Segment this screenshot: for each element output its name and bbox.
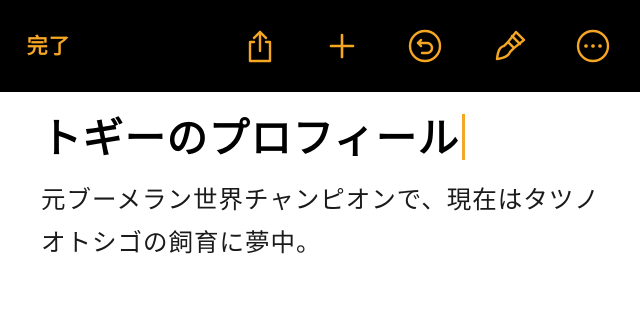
more-icon[interactable] [573, 26, 613, 66]
format-brush-icon[interactable] [490, 26, 530, 66]
text-cursor [462, 114, 466, 160]
document-title[interactable]: トギーのプロフィール [41, 112, 466, 164]
top-toolbar: 完了 [0, 0, 640, 92]
title-text: トギーのプロフィール [41, 114, 461, 162]
document-body-text[interactable]: 元ブーメラン世界チャンピオンで、現在はタツノオトシゴの飼育に夢中。 [41, 178, 601, 264]
undo-icon[interactable] [405, 26, 445, 66]
done-button[interactable]: 完了 [27, 34, 71, 58]
document-canvas[interactable]: トギーのプロフィール 元ブーメラン世界チャンピオンで、現在はタツノオトシゴの飼育… [0, 92, 640, 319]
share-icon[interactable] [240, 26, 280, 66]
add-icon[interactable] [322, 26, 362, 66]
